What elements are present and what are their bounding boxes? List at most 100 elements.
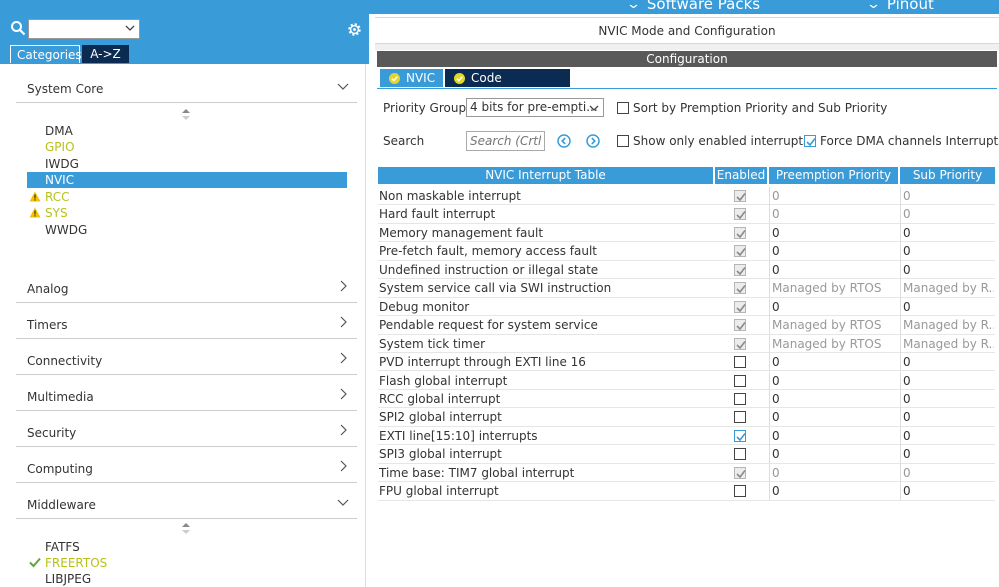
enabled-cell <box>714 335 768 353</box>
tab-categories[interactable]: Categories <box>10 45 82 63</box>
tab-nvic[interactable]: NVIC <box>380 69 443 87</box>
tab-code-generation[interactable]: Code generation <box>445 69 570 103</box>
next-match-icon[interactable] <box>586 134 600 148</box>
sub-priority-cell[interactable]: 0 <box>900 242 994 261</box>
list-item-nvic[interactable]: NVIC <box>27 172 347 188</box>
enabled-checkbox[interactable] <box>734 374 746 387</box>
tab-a-to-z[interactable]: A->Z <box>82 45 129 63</box>
column-header-sub-priority[interactable]: Sub Priority <box>900 167 995 184</box>
table-row[interactable]: Flash global interrupt 0 0 <box>378 371 995 390</box>
sub-priority-cell[interactable]: 0 <box>900 223 994 242</box>
list-item-iwdg[interactable]: IWDG <box>27 156 347 172</box>
column-header-preemption[interactable]: Preemption Priority <box>769 167 898 184</box>
table-row[interactable]: PVD interrupt through EXTI line 16 0 0 <box>378 353 995 372</box>
list-item-rcc[interactable]: RCC <box>27 189 347 205</box>
table-row[interactable]: Memory management fault 0 0 <box>378 223 995 243</box>
preemption-priority-cell[interactable]: 0 <box>769 482 898 501</box>
search-icon[interactable] <box>10 20 26 36</box>
table-row[interactable]: Pendable request for system service Manag… <box>378 316 995 335</box>
column-header-name[interactable]: NVIC Interrupt Table <box>378 167 713 184</box>
preemption-priority-cell[interactable]: 0 <box>769 445 898 464</box>
enabled-checkbox[interactable] <box>734 411 746 424</box>
table-row[interactable]: Debug monitor 0 0 <box>378 297 995 317</box>
category-computing[interactable]: Computing <box>16 448 357 483</box>
table-row[interactable]: Hard fault interrupt 0 0 <box>378 205 995 224</box>
table-row[interactable]: EXTI line[15:10] interrupts 0 0 <box>378 426 995 446</box>
table-row[interactable]: RCC global interrupt 0 0 <box>378 389 995 409</box>
table-row[interactable]: Time base: TIM7 global interrupt 0 0 <box>378 463 995 483</box>
interrupt-name: Memory management fault <box>379 225 544 240</box>
table-row[interactable]: Non maskable interrupt 0 0 <box>378 187 995 206</box>
pinout-menu[interactable]: ⌄ Pinout <box>866 0 934 13</box>
table-row[interactable]: FPU global interrupt 0 0 <box>378 482 995 501</box>
show-enabled-checkbox[interactable] <box>617 135 629 147</box>
list-item-sys[interactable]: SYS <box>27 205 347 221</box>
table-row[interactable]: System tick timer Managed by RTOS Managed … <box>378 334 995 353</box>
category-middleware[interactable]: Middleware <box>16 484 357 519</box>
list-item-fatfs[interactable]: FATFS <box>27 539 347 555</box>
preemption-priority-cell[interactable]: 0 <box>769 353 898 372</box>
sort-arrows-icon[interactable] <box>181 522 191 536</box>
force-dma-checkbox[interactable] <box>804 135 816 147</box>
preemption-priority-cell[interactable]: 0 <box>769 260 898 279</box>
preemption-priority-cell[interactable]: 0 <box>769 389 898 408</box>
sort-priority-checkbox[interactable] <box>617 102 629 114</box>
sub-priority-cell[interactable]: 0 <box>900 426 994 445</box>
gear-icon[interactable] <box>346 21 363 38</box>
preemption-priority-cell[interactable]: 0 <box>769 297 898 316</box>
config-tabs: NVIC Code generation <box>377 67 997 103</box>
checkmark-icon <box>736 432 746 442</box>
list-item-freertos[interactable]: FREERTOS <box>27 555 347 571</box>
chevron-down-icon <box>337 499 349 506</box>
table-row[interactable]: SPI2 global interrupt 0 0 <box>378 408 995 427</box>
category-connectivity[interactable]: Connectivity <box>16 340 357 375</box>
category-label: Connectivity <box>27 354 103 368</box>
chevron-right-icon <box>340 352 347 364</box>
sort-arrows-icon[interactable] <box>181 108 191 122</box>
interrupt-name: Pendable request for system service <box>379 318 598 333</box>
category-analog[interactable]: Analog <box>16 268 357 303</box>
sub-priority-cell[interactable]: 0 <box>900 445 994 464</box>
table-row[interactable]: Undefined instruction or illegal state 0 0 <box>378 260 995 280</box>
sub-priority-cell[interactable]: 0 <box>900 371 994 390</box>
item-label: FATFS <box>45 540 80 554</box>
table-row[interactable]: SPI3 global interrupt 0 0 <box>378 445 995 464</box>
preemption-priority-cell[interactable]: 0 <box>769 223 898 242</box>
sub-priority-cell[interactable]: 0 <box>900 389 994 408</box>
preemption-priority-cell[interactable]: 0 <box>769 242 898 261</box>
list-item-gpio[interactable]: GPIO <box>27 139 347 155</box>
list-item-dma[interactable]: DMA <box>27 123 347 139</box>
list-item-libjpeg[interactable]: LIBJPEG <box>27 571 347 587</box>
category-multimedia[interactable]: Multimedia <box>16 376 357 411</box>
force-dma-label: Force DMA channels Interrupts <box>820 134 999 148</box>
category-security[interactable]: Security <box>16 412 357 447</box>
previous-match-icon[interactable] <box>557 134 571 148</box>
list-item-wwdg[interactable]: WWDG <box>27 222 347 238</box>
sub-priority-cell[interactable]: 0 <box>900 353 994 372</box>
category-timers[interactable]: Timers <box>16 304 357 339</box>
enabled-checkbox[interactable] <box>734 429 746 442</box>
chevron-down-icon: ⌄ <box>625 0 642 12</box>
sub-priority-cell[interactable]: 0 <box>900 297 994 316</box>
sub-priority-cell[interactable]: 0 <box>900 482 994 501</box>
preemption-priority-cell[interactable]: 0 <box>769 426 898 445</box>
priority-group-select[interactable]: 4 bits for pre-empti... <box>466 98 604 117</box>
sub-priority-cell[interactable]: 0 <box>900 408 994 427</box>
preemption-priority-cell[interactable]: 0 <box>769 371 898 390</box>
enabled-cell <box>714 261 768 279</box>
enabled-checkbox[interactable] <box>734 448 746 461</box>
table-row[interactable]: Pre-fetch fault, memory access fault 0 0 <box>378 242 995 261</box>
enabled-checkbox[interactable] <box>734 356 746 369</box>
enabled-cell <box>714 205 768 223</box>
enabled-checkbox[interactable] <box>734 392 746 405</box>
table-row[interactable]: System service call via SWI instruction M… <box>378 279 995 298</box>
sub-priority-cell[interactable]: 0 <box>900 260 994 279</box>
preemption-priority-cell[interactable]: 0 <box>769 408 898 427</box>
category-search-combo[interactable] <box>28 19 140 39</box>
enabled-checkbox[interactable] <box>734 485 746 498</box>
interrupt-search-input[interactable] <box>466 131 545 151</box>
column-header-enabled[interactable]: Enabled <box>715 167 767 184</box>
preemption-priority-cell: 0 <box>769 187 898 205</box>
software-packs-menu[interactable]: ⌄ Software Packs <box>625 0 760 13</box>
category-system-core[interactable]: System Core <box>16 68 357 103</box>
